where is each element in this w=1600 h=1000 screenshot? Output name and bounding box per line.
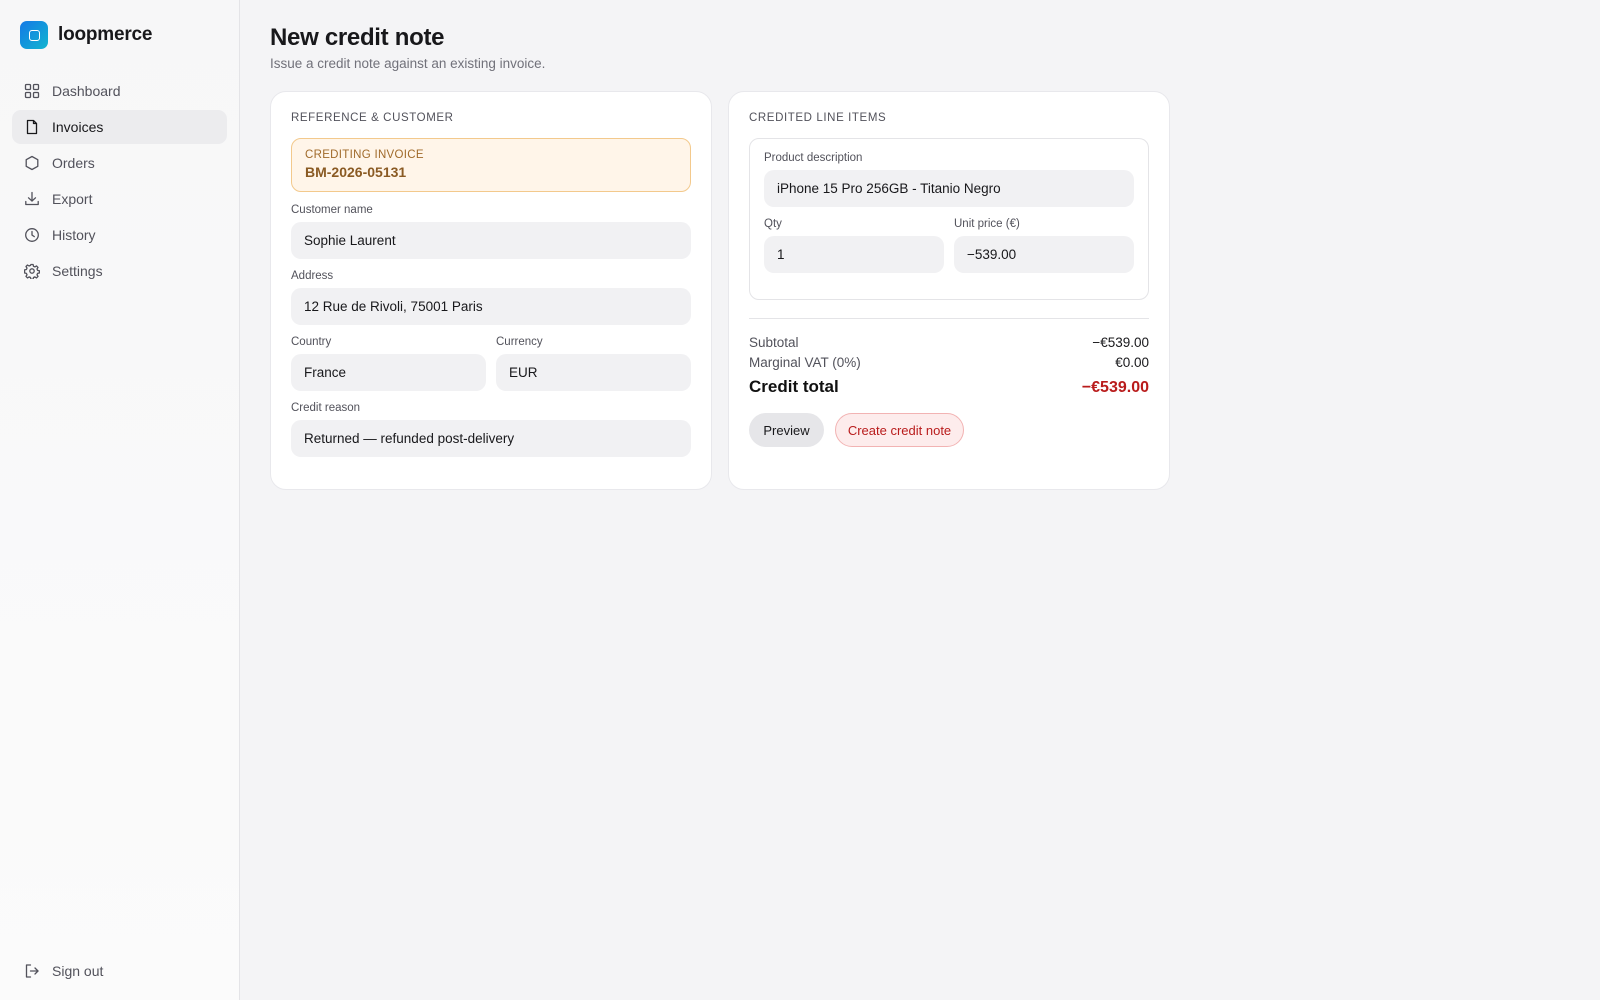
country-label: Country	[291, 336, 332, 348]
file-icon	[24, 119, 40, 135]
credit-total-row: Credit total −€539.00	[749, 377, 1149, 397]
box-icon	[24, 155, 40, 171]
address-label: Address	[291, 270, 334, 282]
gear-icon	[24, 263, 40, 279]
section-title: CREDITED LINE ITEMS	[749, 112, 887, 124]
credited-line-items-card: CREDITED LINE ITEMS Product description …	[728, 91, 1170, 490]
sidebar-item-export[interactable]: Export	[12, 182, 227, 216]
sidebar-item-label: Orders	[52, 155, 95, 171]
download-icon	[24, 191, 40, 207]
page-title: New credit note	[270, 24, 445, 51]
credit-total-value: −€539.00	[1081, 379, 1149, 396]
address-input[interactable]: 12 Rue de Rivoli, 75001 Paris	[291, 288, 691, 325]
sidebar-item-label: History	[52, 227, 96, 243]
create-credit-note-button[interactable]: Create credit note	[835, 413, 964, 447]
subtotal-value: −€539.00	[1092, 335, 1149, 350]
sidebar-item-label: Invoices	[52, 119, 104, 135]
sidebar-nav: Dashboard Invoices Orders Export History	[12, 74, 227, 290]
page-subtitle: Issue a credit note against an existing …	[270, 56, 546, 71]
currency-label: Currency	[496, 336, 543, 348]
sidebar-item-history[interactable]: History	[12, 218, 227, 252]
reference-customer-card: REFERENCE & CUSTOMER CREDITING INVOICE B…	[270, 91, 712, 490]
brand-logo-icon	[20, 21, 48, 49]
grid-icon	[24, 83, 40, 99]
unit-price-input[interactable]: −539.00	[954, 236, 1134, 273]
customer-name-input[interactable]: Sophie Laurent	[291, 222, 691, 259]
brand-name: loopmerce	[58, 24, 153, 45]
vat-row: Marginal VAT (0%) €0.00	[749, 355, 1149, 370]
subtotal-row: Subtotal −€539.00	[749, 335, 1149, 350]
vat-value: €0.00	[1115, 355, 1149, 370]
credit-reason-input[interactable]: Returned — refunded post-delivery	[291, 420, 691, 457]
crediting-invoice-label: CREDITING INVOICE	[305, 149, 424, 161]
clock-icon	[24, 227, 40, 243]
subtotal-label: Subtotal	[749, 335, 799, 350]
sidebar: loopmerce Dashboard Invoices Orders Expo…	[0, 0, 240, 1000]
preview-button[interactable]: Preview	[749, 413, 824, 447]
line-item: Product description iPhone 15 Pro 256GB …	[749, 138, 1149, 300]
unit-price-label: Unit price (€)	[954, 218, 1020, 230]
brand[interactable]: loopmerce	[20, 21, 152, 49]
sign-out-label: Sign out	[52, 963, 104, 979]
sidebar-item-label: Settings	[52, 263, 103, 279]
section-title: REFERENCE & CUSTOMER	[291, 112, 454, 124]
qty-label: Qty	[764, 218, 782, 230]
product-description-label: Product description	[764, 152, 863, 164]
sidebar-item-settings[interactable]: Settings	[12, 254, 227, 288]
sidebar-item-orders[interactable]: Orders	[12, 146, 227, 180]
crediting-invoice-number: BM-2026-05131	[305, 164, 407, 180]
sidebar-item-dashboard[interactable]: Dashboard	[12, 74, 227, 108]
sign-out-section: Sign out	[12, 954, 227, 990]
logout-icon	[24, 963, 40, 979]
qty-input[interactable]: 1	[764, 236, 944, 273]
country-input[interactable]: France	[291, 354, 486, 391]
customer-name-label: Customer name	[291, 204, 373, 216]
sign-out-button[interactable]: Sign out	[12, 954, 227, 988]
credit-total-label: Credit total	[749, 377, 839, 396]
divider	[749, 318, 1149, 319]
credit-reason-label: Credit reason	[291, 402, 361, 414]
sidebar-item-label: Export	[52, 191, 93, 207]
sidebar-item-invoices[interactable]: Invoices	[12, 110, 227, 144]
vat-label: Marginal VAT (0%)	[749, 355, 861, 370]
sidebar-item-label: Dashboard	[52, 83, 121, 99]
crediting-invoice-box: CREDITING INVOICE BM-2026-05131	[291, 138, 691, 192]
currency-input[interactable]: EUR	[496, 354, 691, 391]
product-description-input[interactable]: iPhone 15 Pro 256GB - Titanio Negro	[764, 170, 1134, 207]
